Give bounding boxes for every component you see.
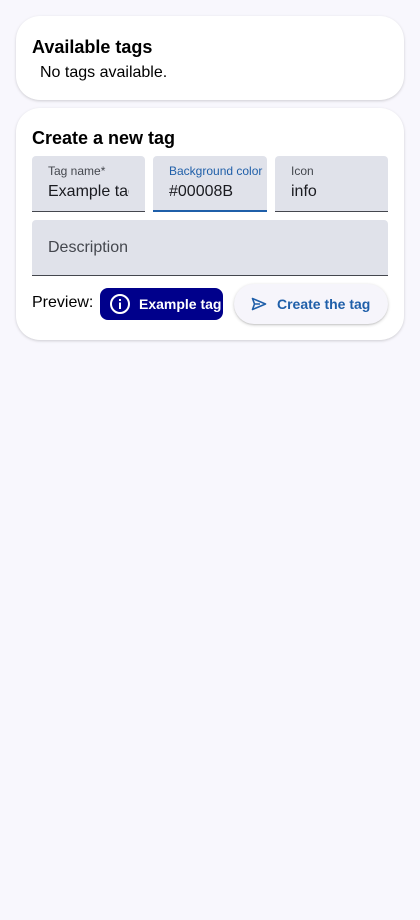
preview-label: Preview: bbox=[32, 294, 94, 311]
background-color-input[interactable] bbox=[169, 181, 251, 203]
icon-label: Icon bbox=[291, 164, 314, 178]
description-field[interactable]: Description bbox=[32, 220, 388, 276]
description-placeholder: Description bbox=[48, 239, 129, 256]
create-tag-title: Create a new tag bbox=[32, 128, 176, 148]
create-tag-button[interactable]: Create the tag bbox=[234, 284, 388, 324]
preview-tag-chip: Example tag bbox=[100, 288, 223, 320]
icon-field[interactable]: Icon bbox=[275, 156, 388, 212]
send-icon bbox=[251, 297, 267, 311]
available-tags-title: Available tags bbox=[32, 37, 153, 57]
tag-name-input[interactable] bbox=[48, 181, 129, 203]
create-tag-button-label: Create the tag bbox=[277, 296, 371, 312]
create-tag-card: Create a new tag Tag name* Background co… bbox=[16, 108, 404, 340]
tag-name-label: Tag name* bbox=[48, 164, 106, 178]
info-icon bbox=[110, 294, 130, 314]
background-color-field[interactable]: Background color bbox=[153, 156, 267, 212]
preview-tag-label: Example tag bbox=[139, 296, 222, 312]
background-color-label: Background color bbox=[169, 164, 263, 178]
available-tags-card: Available tags No tags available. bbox=[16, 16, 404, 100]
tag-name-field[interactable]: Tag name* bbox=[32, 156, 145, 212]
icon-input[interactable] bbox=[291, 181, 372, 203]
no-tags-message: No tags available. bbox=[40, 64, 168, 81]
